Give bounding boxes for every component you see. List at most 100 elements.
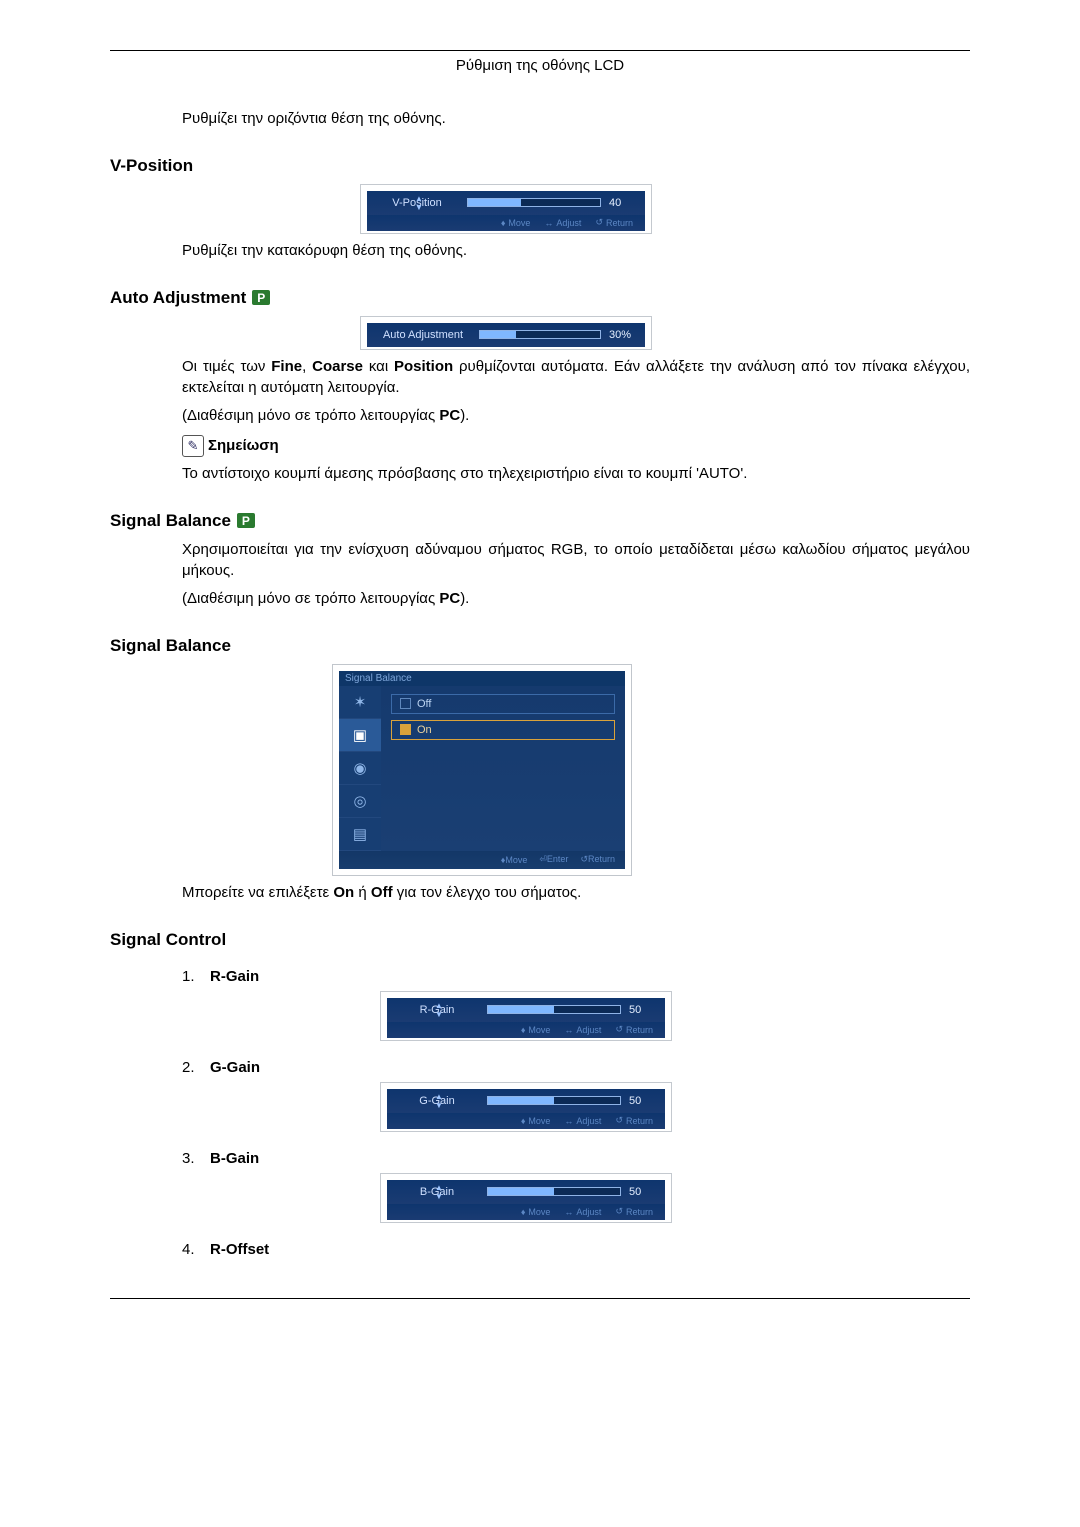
arrow-up-icon: ▲ — [415, 194, 423, 203]
osd-footer: ♦Move ↔Adjust ↺Return — [387, 1022, 665, 1038]
foot-move: Move — [528, 1025, 550, 1035]
sb-option-off-label: Off — [417, 698, 431, 710]
t-bold: PC — [439, 407, 460, 424]
osd-label: Auto Adjustment — [375, 329, 471, 341]
sb-option-on: On — [391, 720, 615, 740]
osd-bar — [487, 1187, 621, 1196]
checkbox-checked-icon — [400, 724, 411, 735]
heading-signal-control: Signal Control — [110, 930, 970, 950]
move-icon: ♦ — [521, 1207, 526, 1217]
osd-row: ▲ G-Gain ▼ 50 — [387, 1089, 665, 1113]
intro-text: Ρυθμίζει την οριζόντια θέση της οθόνης. — [182, 108, 970, 130]
osd-label: ▲ V-Position ▼ — [375, 197, 459, 209]
osd-value: 50 — [629, 1095, 657, 1107]
sb-side-icon-3: ◉ — [339, 752, 381, 785]
osd-fill — [488, 1097, 554, 1104]
osd-b-gain: ▲ B-Gain ▼ 50 ♦Move ↔Adjust ↺Return — [380, 1173, 672, 1223]
sb-side-icon-5: ▤ — [339, 818, 381, 851]
osd-label: ▲ R-Gain ▼ — [395, 1004, 479, 1016]
heading-signal-balance-2-label: Signal Balance — [110, 636, 231, 656]
auto-adj-para3: Το αντίστοιχο κουμπί άμεσης πρόσβασης στ… — [182, 463, 970, 485]
sigbal1-para1: Χρησιμοποιείται για την ενίσχυση αδύναμο… — [182, 539, 970, 583]
foot-move: Move — [528, 1116, 550, 1126]
t-bold: Fine — [271, 358, 302, 375]
t: (Διαθέσιμη μόνο σε τρόπο λειτουργίας — [182, 590, 439, 607]
heading-signal-balance-2: Signal Balance — [110, 636, 970, 656]
osd-bar — [467, 198, 601, 207]
sc-name: G-Gain — [210, 1059, 290, 1076]
osd-row: ▲ B-Gain ▼ 50 — [387, 1180, 665, 1204]
heading-signal-balance-1: Signal Balance P — [110, 511, 970, 531]
t-bold: On — [333, 884, 354, 901]
sb-side-icon-4: ◎ — [339, 785, 381, 818]
osd-fill — [480, 331, 516, 338]
osd-value: 50 — [629, 1186, 657, 1198]
arrow-down-icon: ▼ — [435, 1101, 443, 1110]
osd-value: 50 — [629, 1004, 657, 1016]
t: Οι τιμές των — [182, 358, 271, 375]
heading-v-position: V-Position — [110, 156, 970, 176]
osd-row: ▲ V-Position ▼ 40 — [367, 191, 645, 215]
heading-signal-control-label: Signal Control — [110, 930, 226, 950]
t: (Διαθέσιμη μόνο σε τρόπο λειτουργίας — [182, 407, 439, 424]
return-icon: ↺ — [615, 1024, 623, 1035]
t: ή — [354, 884, 371, 901]
signal-control-item: 3. B-Gain — [182, 1150, 970, 1167]
return-icon: ↺ — [595, 217, 603, 228]
sc-num: 1. — [182, 968, 210, 985]
osd-row: Auto Adjustment 30% — [367, 323, 645, 347]
t: Μπορείτε να επιλέξετε — [182, 884, 333, 901]
arrow-up-icon: ▲ — [435, 1092, 443, 1101]
enter-icon: ⏎ — [539, 854, 547, 864]
sb-side-icon-2: ▣ — [339, 719, 381, 752]
checkbox-icon — [400, 698, 411, 709]
sb-foot-enter: Enter — [547, 854, 569, 864]
osd-label: ▲ B-Gain ▼ — [395, 1186, 479, 1198]
osd-row: ▲ R-Gain ▼ 50 — [387, 998, 665, 1022]
heading-auto-adjustment-label: Auto Adjustment — [110, 288, 246, 308]
osd-footer: ♦Move ↔Adjust ↺Return — [387, 1204, 665, 1220]
sb-body: ✶ ▣ ◉ ◎ ▤ Off On — [339, 686, 625, 851]
sb-side-icon-1: ✶ — [339, 686, 381, 719]
adjust-icon: ↔ — [564, 1116, 573, 1126]
arrow-down-icon: ▼ — [435, 1192, 443, 1201]
sb-sidebar: ✶ ▣ ◉ ◎ ▤ — [339, 686, 381, 851]
sigbal1-para2: (Διαθέσιμη μόνο σε τρόπο λειτουργίας PC)… — [182, 588, 970, 610]
osd-label-text: Auto Adjustment — [383, 329, 463, 341]
foot-move: Move — [528, 1207, 550, 1217]
t-bold: Off — [371, 884, 393, 901]
return-icon: ↺ — [615, 1115, 623, 1126]
page-title: Ρύθμιση της οθόνης LCD — [110, 57, 970, 74]
arrow-down-icon: ▼ — [415, 203, 423, 212]
osd-footer: ♦Move ↔Adjust ↺Return — [387, 1113, 665, 1129]
t-bold: PC — [439, 590, 460, 607]
sc-name: R-Gain — [210, 968, 290, 985]
auto-adj-para1: Οι τιμές των Fine, Coarse και Position ρ… — [182, 356, 970, 400]
osd-label: ▲ G-Gain ▼ — [395, 1095, 479, 1107]
arrow-up-icon: ▲ — [435, 1001, 443, 1010]
signal-control-item: 2. G-Gain — [182, 1059, 970, 1076]
heading-v-position-label: V-Position — [110, 156, 193, 176]
sc-num: 3. — [182, 1150, 210, 1167]
adjust-icon: ↔ — [564, 1025, 573, 1035]
pc-badge-icon: P — [252, 290, 270, 305]
note-icon: ✎ — [182, 435, 204, 457]
sb-foot-return: Return — [588, 854, 615, 864]
heading-signal-balance-1-label: Signal Balance — [110, 511, 231, 531]
sb-main: Off On — [381, 686, 625, 851]
foot-adjust: Adjust — [576, 1207, 601, 1217]
sb-menu-title: Signal Balance — [339, 671, 625, 686]
t: ). — [460, 590, 469, 607]
return-icon: ↺ — [580, 854, 588, 864]
foot-return: Return — [606, 218, 633, 228]
foot-return: Return — [626, 1025, 653, 1035]
note-line: ✎ Σημείωση — [182, 435, 970, 457]
sc-num: 4. — [182, 1241, 210, 1258]
adjust-icon: ↔ — [544, 218, 553, 228]
move-icon: ♦ — [521, 1116, 526, 1126]
t: , — [302, 358, 312, 375]
osd-g-gain: ▲ G-Gain ▼ 50 ♦Move ↔Adjust ↺Return — [380, 1082, 672, 1132]
sigbal2-desc: Μπορείτε να επιλέξετε On ή Off για τον έ… — [182, 882, 970, 904]
osd-bar — [479, 330, 601, 339]
heading-auto-adjustment: Auto Adjustment P — [110, 288, 970, 308]
